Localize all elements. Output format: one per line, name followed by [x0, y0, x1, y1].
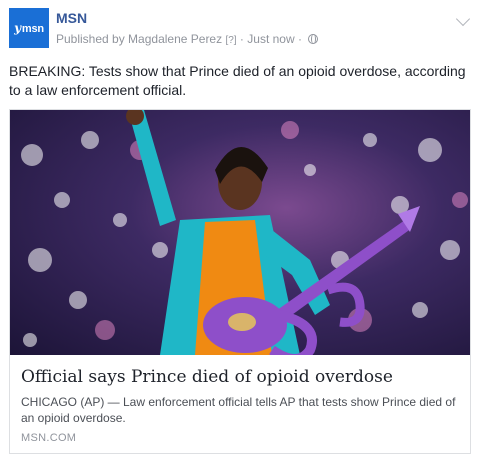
- timestamp[interactable]: Just now: [247, 32, 294, 46]
- post-header: ymsn MSN Published by Magdalene Perez [?…: [9, 8, 471, 52]
- post-text: BREAKING: Tests show that Prince died of…: [9, 63, 466, 98]
- page-name-link[interactable]: MSN: [56, 10, 87, 26]
- link-preview-card[interactable]: Official says Prince died of opioid over…: [9, 109, 471, 454]
- avatar[interactable]: ymsn: [9, 8, 49, 48]
- link-body[interactable]: Official says Prince died of opioid over…: [10, 355, 470, 453]
- help-link[interactable]: [?]: [225, 35, 236, 46]
- msn-logo-mark: y: [14, 21, 21, 35]
- meta-separator: ·: [239, 32, 244, 46]
- post-meta: Published by Magdalene Perez [?] · Just …: [56, 32, 319, 46]
- feed-post: ymsn MSN Published by Magdalene Perez [?…: [0, 0, 479, 457]
- link-description: CHICAGO (AP) — Law enforcement official …: [21, 395, 456, 425]
- link-domain: MSN.COM: [21, 432, 77, 444]
- msn-logo-text: msn: [21, 23, 44, 35]
- prince-performance-photo: [21, 110, 468, 355]
- msn-logo: ymsn: [14, 21, 44, 35]
- published-by[interactable]: Published by Magdalene Perez: [56, 32, 222, 46]
- chevron-down-icon[interactable]: [455, 11, 471, 27]
- link-image[interactable]: [10, 110, 470, 355]
- globe-icon: [308, 34, 319, 44]
- meta-separator: ·: [297, 32, 302, 46]
- link-title[interactable]: Official says Prince died of opioid over…: [21, 366, 459, 388]
